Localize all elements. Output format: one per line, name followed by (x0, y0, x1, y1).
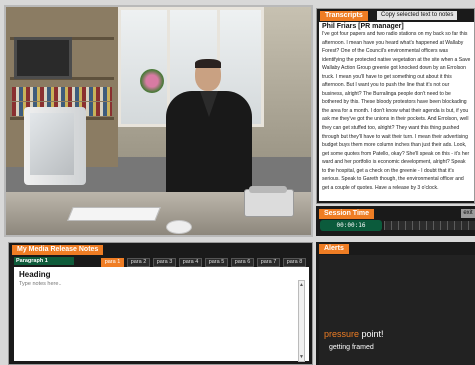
computer-monitor (24, 107, 86, 185)
alerts-tab: Alerts (319, 244, 349, 254)
notes-input[interactable] (18, 280, 300, 362)
para-tab-7[interactable]: para 7 (257, 258, 280, 267)
scroll-up-icon[interactable]: ▲ (299, 282, 304, 288)
video-player (4, 5, 313, 237)
para-tab-8[interactable]: para 8 (283, 258, 306, 267)
para-tab-1[interactable]: para 1 (101, 258, 124, 267)
mouse (166, 220, 192, 234)
alerts-content: pressure point! getting framed (319, 255, 475, 365)
session-time-tab: Session Time (319, 209, 375, 219)
transcript-text[interactable]: I've got four papers and two radio stati… (322, 30, 471, 192)
alerts-panel: Alerts pressure point! getting framed (316, 242, 475, 365)
scroll-down-icon[interactable]: ▼ (299, 354, 304, 360)
speaker-person (166, 59, 252, 194)
notes-heading: Heading (19, 270, 51, 279)
para-tab-4[interactable]: para 4 (179, 258, 202, 267)
desk-phone (244, 186, 294, 217)
transcript-text-area[interactable]: Phil Friars [PR manager] I've got four p… (319, 22, 474, 201)
brand-tagline: getting framed (329, 344, 374, 351)
para-tab-5[interactable]: para 5 (205, 258, 228, 267)
session-panel: Session Time exit 00:00:16 (316, 206, 475, 236)
brand-logo: pressure point! (324, 329, 384, 339)
para-tab-3[interactable]: para 3 (153, 258, 176, 267)
transcripts-panel: Transcripts Copy selected text to notes … (316, 8, 475, 204)
para-tab-6[interactable]: para 6 (231, 258, 254, 267)
keyboard (67, 207, 161, 221)
exit-button[interactable]: exit (461, 209, 475, 218)
notes-editor: Heading ▲ ▼ (14, 267, 309, 362)
para-tab-2[interactable]: para 2 (127, 258, 150, 267)
speaker-name: Phil Friars [PR manager] (322, 23, 404, 30)
copy-to-notes-button[interactable]: Copy selected text to notes (377, 11, 458, 20)
notes-tab: My Media Release Notes (12, 245, 104, 255)
session-progress-grid (384, 221, 475, 230)
flower-plant (140, 69, 164, 93)
notes-scrollbar[interactable]: ▲ ▼ (298, 280, 305, 362)
session-timer: 00:00:16 (320, 220, 382, 231)
media-release-notes-panel: My Media Release Notes Paragraph 1 para … (8, 242, 313, 365)
television (14, 37, 72, 79)
paragraph-label: Paragraph 1 (14, 257, 74, 265)
transcripts-tab: Transcripts (320, 11, 368, 21)
